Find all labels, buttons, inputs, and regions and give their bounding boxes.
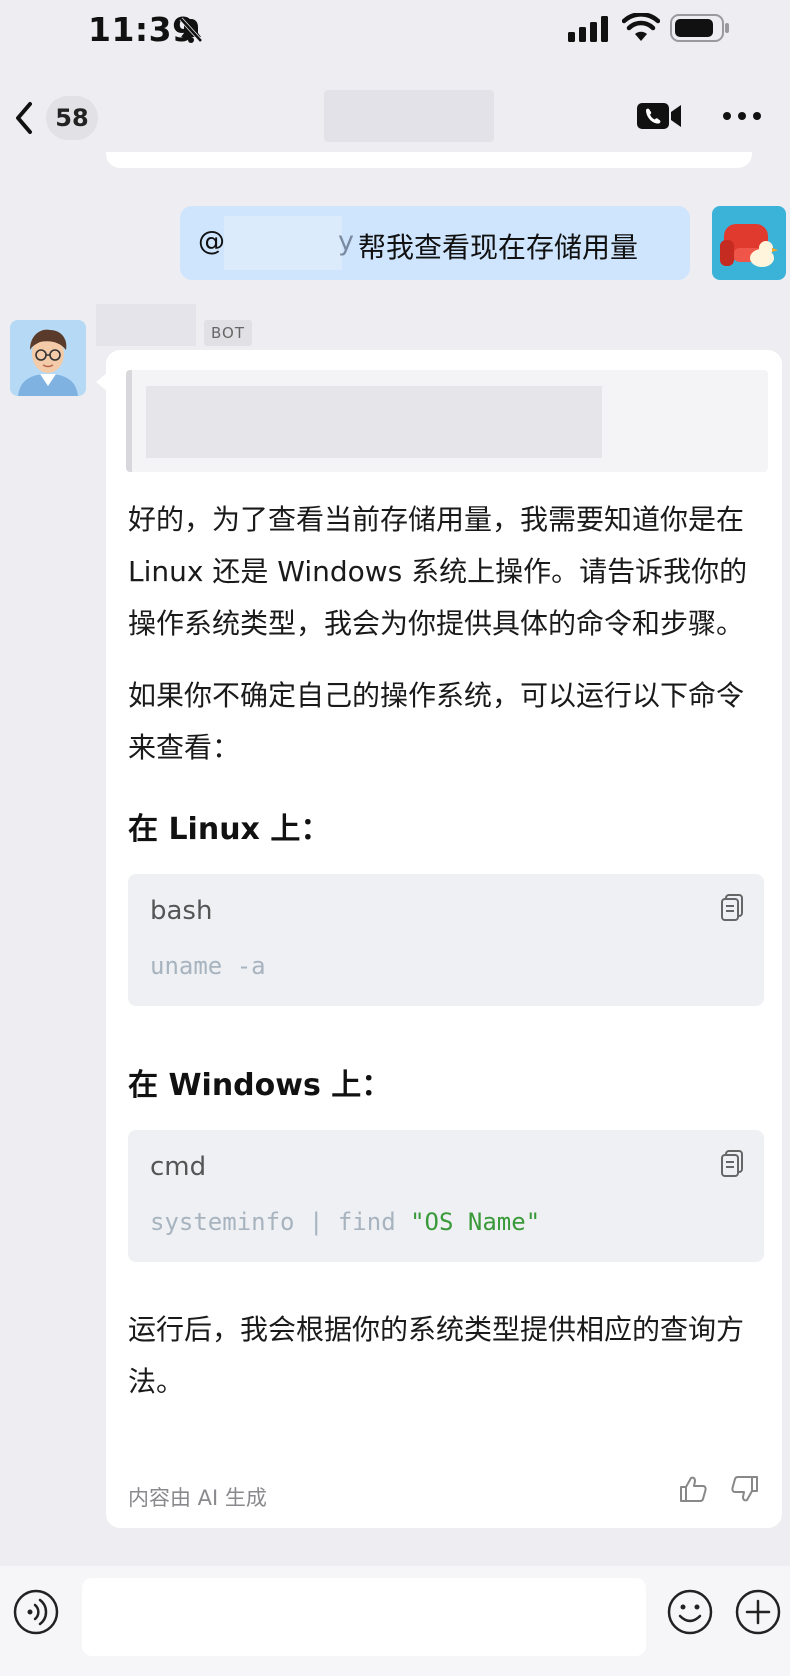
more-options-icon[interactable]: [722, 110, 762, 122]
bell-muted-icon: [179, 17, 203, 43]
bot-character-icon: [10, 320, 86, 396]
back-button[interactable]: 58: [10, 94, 102, 142]
bot-message-card[interactable]: 好的，为了查看当前存储用量，我需要知道你是在 Linux 还是 Windows …: [106, 350, 782, 1528]
video-call-icon[interactable]: [636, 100, 682, 132]
cellular-signal-icon: [568, 16, 608, 42]
reply-paragraph-1: 好的，为了查看当前存储用量，我需要知道你是在 Linux 还是 Windows …: [128, 503, 748, 640]
quoted-message[interactable]: [126, 370, 768, 472]
chat-title: [324, 90, 494, 142]
user-avatar[interactable]: [712, 206, 786, 280]
code-string-literal: "OS Name": [410, 1208, 541, 1236]
copy-icon[interactable]: [720, 894, 744, 922]
previous-message-bubble: [106, 152, 752, 168]
mention-at-sign: @: [198, 226, 225, 257]
unread-count-badge: 58: [46, 96, 98, 140]
code-command-text: systeminfo | find: [150, 1208, 411, 1236]
mention-tail: y: [338, 226, 354, 257]
user-message-bubble[interactable]: @ y 帮我查看现在存储用量: [180, 206, 690, 280]
battery-icon: [670, 14, 729, 42]
wifi-icon: [622, 13, 660, 41]
voice-input-icon[interactable]: [12, 1588, 60, 1636]
thumbs-up-icon[interactable]: [678, 1474, 708, 1504]
user-message-text: 帮我查看现在存储用量: [358, 231, 639, 264]
code-language-label: bash: [150, 896, 213, 926]
bot-badge: BOT: [204, 320, 252, 346]
add-icon[interactable]: [734, 1588, 782, 1636]
thumbs-down-icon[interactable]: [730, 1474, 760, 1504]
ai-generated-note: 内容由 AI 生成: [128, 1486, 267, 1510]
code-block-bash: bash uname -a: [128, 874, 764, 1006]
code-command: uname -a: [150, 952, 266, 980]
code-language-label: cmd: [150, 1152, 207, 1182]
reply-paragraph-3: 运行后，我会根据你的系统类型提供相应的查询方法。: [128, 1313, 745, 1398]
chevron-left-icon: [16, 102, 32, 134]
message-input[interactable]: [82, 1578, 646, 1656]
copy-icon[interactable]: [720, 1150, 744, 1178]
linux-heading: 在 Linux 上：: [128, 812, 331, 847]
code-block-cmd: cmd systeminfo | find "OS Name": [128, 1130, 764, 1262]
code-command: systeminfo | find "OS Name": [150, 1208, 540, 1236]
bot-avatar[interactable]: [10, 320, 86, 396]
bot-name-redacted: [96, 304, 196, 346]
quoted-text-redacted: [146, 386, 602, 458]
status-bar: 11:39: [0, 0, 790, 60]
armchair-duck-icon: [720, 224, 778, 267]
emoji-icon[interactable]: [666, 1588, 714, 1636]
reply-paragraph-2: 如果你不确定自己的操作系统，可以运行以下命令来查看：: [128, 679, 745, 764]
chat-header: 58: [0, 80, 790, 156]
mention-redacted: [224, 216, 342, 270]
windows-heading: 在 Windows 上：: [128, 1068, 392, 1103]
message-input-bar: [0, 1566, 790, 1676]
